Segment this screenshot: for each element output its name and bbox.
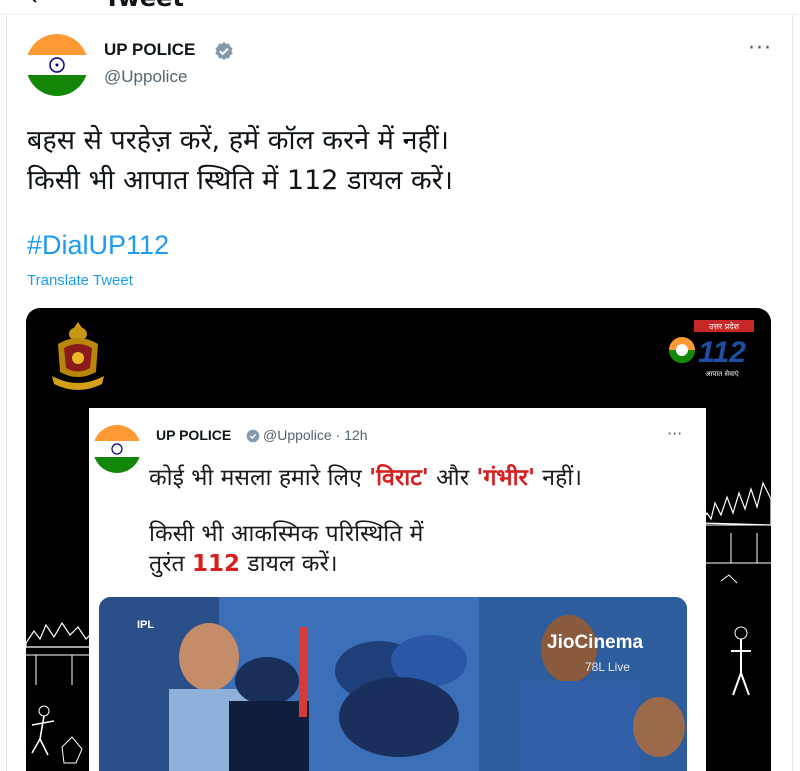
up-police-emblem-icon [52,322,104,390]
back-arrow-icon[interactable]: ← [30,0,48,11]
svg-text:112: 112 [698,336,746,369]
right-border [792,14,793,771]
translate-tweet-link[interactable]: Translate Tweet [27,272,133,289]
live-views-count: 78L Live [585,660,630,674]
stadium-sketch-left [26,621,92,764]
left-border [6,14,7,771]
ipl-logo: IPL [137,619,155,631]
author-name[interactable]: UP POLICE [104,40,195,60]
hashtag-link[interactable]: #DialUP112 [27,230,169,261]
top-navigation: ← Tweet [0,0,800,14]
page-title: Tweet [104,0,184,12]
embedded-author-handle: @Uppolice · 12h [263,427,368,443]
dial-112-logo-icon: उत्तर प्रदेश 112 आपात सेवाएं [669,320,754,378]
author-avatar[interactable] [26,34,88,96]
embedded-author-name: UP POLICE [156,427,232,443]
stadium-sketch-right [701,481,771,696]
embedded-verified-badge-icon [246,428,260,443]
svg-text:आपात सेवाएं: आपात सेवाएं [705,369,739,378]
tweet-text-line-2: किसी भी आपात स्थिति में 112 डायल करें। [27,165,454,196]
embedded-more-icon: ··· [667,424,683,443]
match-photo: IPL JioCinema 78L Live [99,597,687,771]
embedded-author-avatar [93,425,141,473]
embedded-text-line-1: कोई भी मसला हमारे लिए 'विराट' और 'गंभीर'… [149,465,582,491]
tweet-text-line-1: बहस से परहेज़ करें, हमें कॉल करने में नह… [27,125,450,156]
svg-text:उत्तर प्रदेश: उत्तर प्रदेश [709,321,740,331]
embedded-text-line-2: किसी भी आकस्मिक परिस्थिति में [149,521,424,547]
author-handle[interactable]: @Uppolice [104,67,187,87]
embedded-text-line-3: तुरंत 112 डायल करें। [149,551,338,577]
header-divider [0,14,800,15]
embedded-tweet-screenshot: UP POLICE @Uppolice · 12h ··· कोई भी मसल… [89,408,706,771]
more-options-icon[interactable]: ··· [748,36,772,61]
jiocinema-watermark: JioCinema [547,632,644,653]
tweet-media-image[interactable]: उत्तर प्रदेश 112 आपात सेवाएं UP POLICE @… [26,308,771,771]
verified-badge-icon [214,41,234,61]
